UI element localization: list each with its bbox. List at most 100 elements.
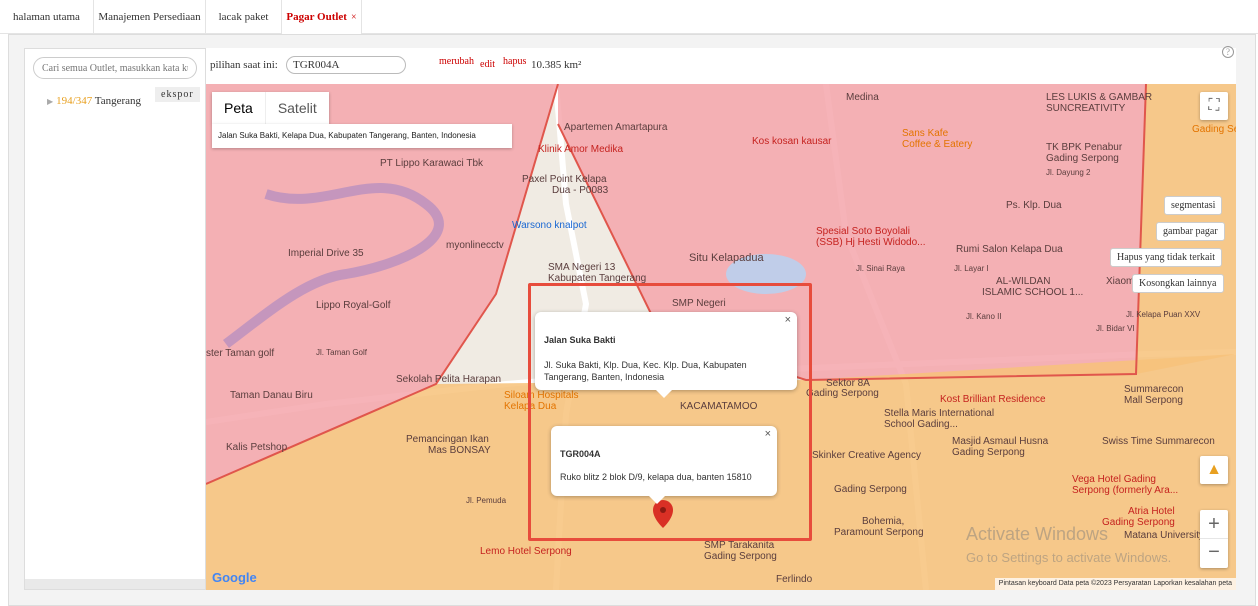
delete-unrelated-button[interactable]: Hapus yang tidak terkait — [1110, 248, 1223, 267]
map-label: Masjid Asmaul Husna — [952, 436, 1049, 447]
clear-others-button[interactable]: Kosongkan lainnya — [1132, 274, 1224, 293]
map-label: Gading Serpong — [704, 551, 777, 562]
map-label: Gading Serpong — [834, 484, 907, 495]
map-label: Gading Serpong — [1102, 517, 1175, 528]
map-label: Medina — [846, 92, 879, 103]
map-label: Jl. Layar I — [954, 264, 989, 273]
map-label: Ps. Klp. Dua — [1006, 200, 1062, 211]
tree-item-tangerang[interactable]: ▶ 194/347 Tangerang — [47, 95, 141, 107]
map-label: Paramount Serpong — [834, 527, 924, 538]
change-link[interactable]: merubah — [439, 56, 474, 67]
google-logo: Google — [212, 570, 257, 585]
popup-title: Jalan Suka Bakti — [544, 335, 616, 345]
map-label: Jl. Dayung 2 — [1046, 168, 1091, 177]
selection-toolbar: pilihan saat ini: merubah edit hapus 10.… — [206, 46, 1236, 84]
outlet-info-popup: TGR004A Ruko blitz 2 blok D/9, kelapa du… — [551, 426, 777, 504]
segmentation-button[interactable]: segmentasi — [1164, 196, 1223, 215]
map-type-control: Peta Satelit — [212, 92, 329, 124]
map-label: Serpong (formerly Ara... — [1072, 485, 1179, 496]
map-label: School Gading... — [884, 419, 958, 430]
close-icon[interactable]: × — [785, 314, 791, 326]
pegman-icon[interactable]: ▲ — [1200, 456, 1228, 484]
map-label: Warsono knalpot — [512, 220, 587, 231]
map-label: Kost Brilliant Residence — [940, 394, 1046, 405]
map-label: Lemo Hotel Serpong — [480, 546, 572, 557]
map-label: Mall Serpong — [1124, 395, 1183, 406]
map-label: Ferlindo — [776, 574, 813, 585]
map-type-peta-button[interactable]: Peta — [212, 92, 266, 124]
map-label: Jl. Taman Golf — [316, 348, 367, 357]
map-label: Mas BONSAY — [428, 445, 491, 456]
delete-link[interactable]: hapus — [503, 56, 526, 67]
activate-windows-subtitle: Go to Settings to activate Windows. — [966, 550, 1172, 565]
edit-link[interactable]: edit — [480, 59, 495, 70]
map-label: Spesial Soto Boyolali — [816, 226, 910, 237]
zoom-out-button[interactable]: − — [1200, 539, 1228, 568]
outlet-search-input[interactable] — [33, 57, 197, 79]
address-display: Jalan Suka Bakti, Kelapa Dua, Kabupaten … — [212, 124, 512, 148]
map-view[interactable]: Apartemen Amartapura Medina LES LUKIS & … — [206, 84, 1236, 590]
map-label: myonlinecctv — [446, 240, 504, 251]
street-info-popup: Jalan Suka Bakti Jl. Suka Bakti, Klp. Du… — [535, 312, 797, 398]
draw-fence-button[interactable]: gambar pagar — [1156, 222, 1225, 241]
tree-item-name: Tangerang — [94, 95, 142, 107]
map-label: Apartemen Amartapura — [564, 122, 668, 133]
map-label: Gading Serpong — [952, 447, 1025, 458]
fullscreen-icon[interactable]: ⛶ — [1200, 92, 1228, 120]
tab-inventory-label: Manajemen Persediaan — [98, 11, 201, 23]
map-label: LES LUKIS & GAMBAR — [1046, 92, 1153, 103]
map-label: Swiss Time Summarecon — [1102, 436, 1215, 447]
tab-home[interactable]: halaman utama — [0, 0, 94, 34]
map-label: Skinker Creative Agency — [812, 450, 921, 461]
map-label: TK BPK Penabur — [1046, 142, 1123, 153]
tab-outlet-fence[interactable]: Pagar Outlet × — [282, 0, 362, 34]
popup-text: Jl. Suka Bakti, Klp. Dua, Kec. Klp. Dua,… — [544, 360, 747, 382]
zoom-in-button[interactable]: + — [1200, 510, 1228, 539]
map-label: Sans Kafe — [902, 128, 949, 139]
map-label: Gading Se — [1192, 124, 1236, 135]
tab-bar: halaman utama Manajemen Persediaan lacak… — [0, 0, 1258, 34]
close-icon[interactable]: × — [765, 428, 771, 440]
popup-tail — [649, 496, 665, 504]
map-label: Jl. Bidar VI — [1096, 324, 1135, 333]
tab-track-package-label: lacak paket — [218, 11, 269, 23]
map-label: Jl. Kano II — [966, 312, 1002, 321]
map-footer[interactable]: Pintasan keyboard Data peta ©2023 Persya… — [994, 578, 1236, 590]
map-label: SUNCREATIVITY — [1046, 103, 1126, 114]
map-label: Jl. Kelapa Puan XXV — [1126, 310, 1201, 319]
activate-windows-title: Activate Windows — [966, 524, 1109, 544]
sidebar-scrollbar[interactable] — [25, 579, 205, 589]
close-icon[interactable]: × — [351, 12, 357, 23]
map-label: ster Taman golf — [206, 348, 275, 359]
current-selection-label: pilihan saat ini: — [210, 59, 278, 71]
map-label: Rumi Salon Kelapa Dua — [956, 244, 1063, 255]
map-label: Coffee & Eatery — [902, 139, 973, 150]
tab-track-package[interactable]: lacak paket — [206, 0, 282, 34]
map-type-satelit-button[interactable]: Satelit — [266, 92, 329, 124]
current-selection-input[interactable] — [286, 56, 406, 74]
map-label: Kos kosan kausar — [752, 136, 832, 147]
map-label: Jl. Pemuda — [466, 496, 507, 505]
map-label: Paxel Point Kelapa — [522, 174, 607, 185]
map-label: SMP Tarakanita — [704, 540, 775, 551]
map-label: Situ Kelapadua — [689, 252, 764, 264]
map-label: Klinik Amor Medika — [538, 144, 624, 155]
map-label: PT Lippo Karawaci Tbk — [380, 158, 484, 169]
map-label: Matana University — [1124, 530, 1205, 541]
map-label: Kalis Petshop — [226, 442, 288, 453]
expand-arrow-icon[interactable]: ▶ — [47, 97, 53, 106]
map-label: Lippo Royal-Golf — [316, 300, 391, 311]
popup-tail — [656, 390, 672, 398]
map-label: Gading Serpong — [1046, 153, 1119, 164]
map-label: Gading Serpong — [806, 388, 879, 399]
map-label: AL-WILDAN — [996, 276, 1051, 287]
help-icon[interactable]: ? — [1222, 46, 1234, 58]
zoom-control: + − — [1200, 510, 1228, 568]
tab-inventory[interactable]: Manajemen Persediaan — [94, 0, 206, 34]
map-label: Stella Maris International — [884, 408, 995, 419]
map-label: ISLAMIC SCHOOL 1... — [982, 287, 1084, 298]
map-label: Imperial Drive 35 — [288, 248, 364, 259]
map-label: Vega Hotel Gading — [1072, 474, 1156, 485]
export-button[interactable]: ekspor — [155, 87, 200, 102]
map-label: (SSB) Hj Hesti Widodo... — [816, 237, 926, 248]
